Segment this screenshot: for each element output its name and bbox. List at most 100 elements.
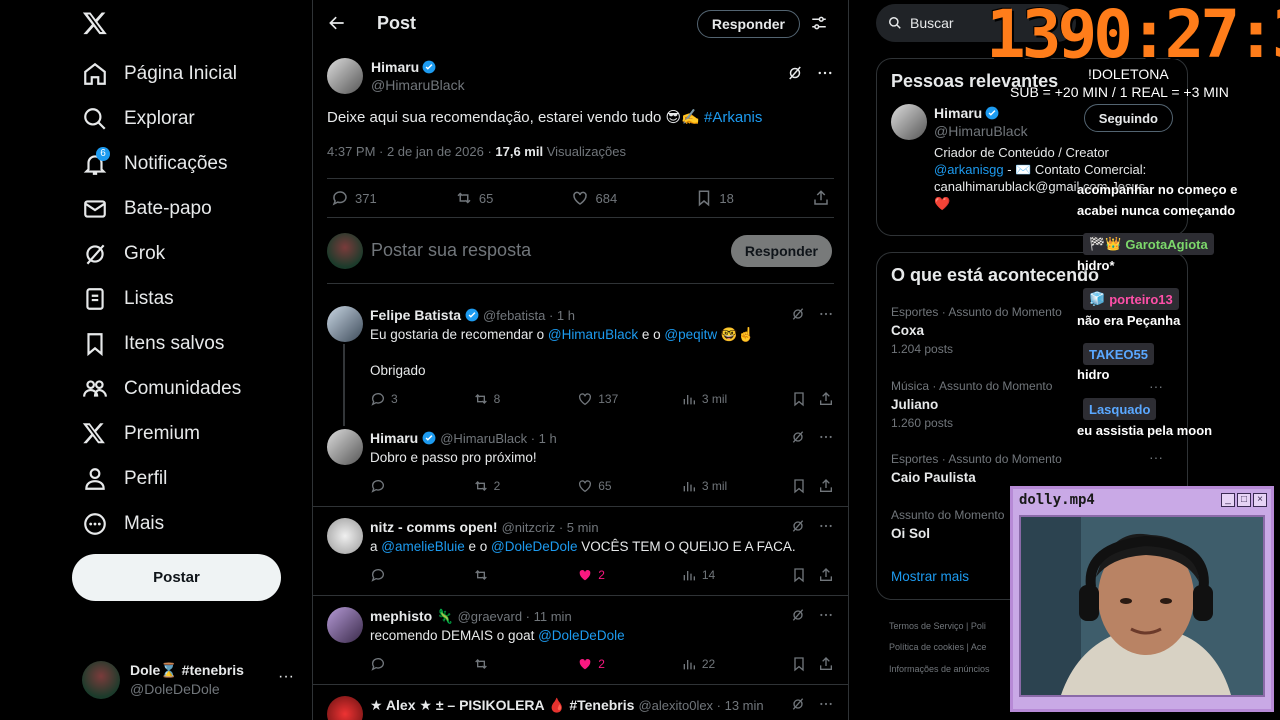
repost-action[interactable]: 65: [455, 189, 493, 207]
like-action[interactable]: 2: [577, 567, 681, 583]
more-icon[interactable]: [818, 607, 834, 623]
author-name[interactable]: nitz - comms open!: [370, 519, 498, 535]
nav-explore[interactable]: Explorar: [82, 103, 195, 135]
nav-premium[interactable]: Premium: [82, 418, 200, 450]
share-action[interactable]: [818, 567, 834, 583]
avatar[interactable]: [891, 104, 927, 140]
nav-profile[interactable]: Perfil: [82, 463, 167, 495]
bookmark-action[interactable]: 18: [695, 189, 734, 207]
reply-action[interactable]: [370, 656, 473, 672]
repost-action[interactable]: [473, 656, 578, 672]
more-icon[interactable]: ···: [1149, 449, 1163, 465]
avatar[interactable]: [327, 429, 363, 465]
more-icon[interactable]: [816, 64, 834, 82]
x-logo-icon[interactable]: [82, 10, 110, 38]
repost-action[interactable]: 2: [473, 478, 578, 494]
author-handle-time[interactable]: @HimaruBlack · 1 h: [440, 431, 557, 446]
bookmark-action[interactable]: [791, 478, 818, 494]
share-action[interactable]: [818, 478, 834, 494]
reply-action[interactable]: 3: [370, 391, 473, 407]
trend-item[interactable]: Música · Assunto do Momento Juliano 1.26…: [891, 379, 1052, 430]
like-action[interactable]: 2: [577, 656, 681, 672]
avatar[interactable]: [327, 58, 363, 94]
avatar[interactable]: [327, 696, 363, 720]
nav-chat[interactable]: Bate-papo: [82, 193, 212, 225]
more-icon[interactable]: ···: [1149, 378, 1163, 394]
avatar[interactable]: [327, 607, 363, 643]
mention-link[interactable]: @HimaruBlack: [548, 327, 638, 342]
bookmark-action[interactable]: [791, 567, 818, 583]
views-action[interactable]: 3 mil: [681, 391, 792, 407]
more-icon[interactable]: [818, 429, 834, 445]
reply-post[interactable]: nitz - comms open! @nitzcriz · 5 min a @a…: [313, 518, 848, 556]
author-name[interactable]: Felipe Batista: [370, 307, 461, 323]
trend-item[interactable]: Esportes · Assunto do Momento Coxa 1.204…: [891, 305, 1062, 356]
avatar[interactable]: [327, 306, 363, 342]
views-action[interactable]: 14: [681, 567, 792, 583]
bookmark-action[interactable]: [791, 656, 818, 672]
trend-item[interactable]: Esportes · Assunto do Momento Caio Pauli…: [891, 452, 1062, 485]
grok-icon[interactable]: [790, 518, 806, 534]
repost-action[interactable]: 8: [473, 391, 578, 407]
author-name[interactable]: Himaru: [371, 59, 419, 75]
like-action[interactable]: 137: [577, 391, 681, 407]
nav-home[interactable]: Página Inicial: [82, 58, 237, 90]
following-button[interactable]: Seguindo: [1083, 104, 1173, 132]
post-timestamp[interactable]: 4:37 PM · 2 de jan de 2026 ·: [327, 144, 495, 159]
post-button[interactable]: Postar: [72, 554, 281, 601]
nav-lists[interactable]: Listas: [82, 283, 174, 315]
footer-links[interactable]: Informações de anúncios: [889, 664, 990, 674]
trend-item[interactable]: Assunto do Momento Oi Sol: [891, 508, 1004, 541]
more-icon[interactable]: [818, 696, 834, 712]
reply-action[interactable]: [370, 567, 473, 583]
grok-icon[interactable]: [790, 429, 806, 445]
reply-action[interactable]: 371: [331, 189, 377, 207]
footer-links[interactable]: Termos de Serviço | Poli: [889, 621, 986, 631]
like-action[interactable]: 684: [571, 189, 617, 207]
author-name[interactable]: ★ Alex ★ ± – PISIKOLERA 🩸 #Tenebris: [370, 697, 634, 714]
mention-link[interactable]: @DoleDeDole: [538, 628, 625, 643]
share-action[interactable]: [818, 391, 834, 407]
share-action[interactable]: [818, 656, 834, 672]
reply-post[interactable]: ★ Alex ★ ± – PISIKOLERA 🩸 #Tenebris @alex…: [313, 696, 848, 720]
like-action[interactable]: 65: [577, 478, 681, 494]
reply-action[interactable]: [370, 478, 473, 494]
account-switcher[interactable]: Dole⌛ #tenebris @DoleDeDole ···: [82, 660, 302, 700]
views-action[interactable]: 22: [681, 656, 792, 672]
author-handle-time[interactable]: @alexito0lex · 13 min: [638, 698, 763, 713]
grok-icon[interactable]: [790, 607, 806, 623]
share-action[interactable]: [812, 189, 830, 207]
nav-grok[interactable]: Grok: [82, 238, 165, 270]
author-handle-time[interactable]: @febatista · 1 h: [483, 308, 575, 323]
footer-links[interactable]: Política de cookies | Ace: [889, 642, 986, 652]
nav-notifications[interactable]: 6 Notificações: [82, 147, 228, 180]
grok-icon[interactable]: [790, 696, 806, 712]
respond-button[interactable]: Responder: [696, 10, 800, 38]
author-handle-time[interactable]: @graevard · 11 min: [458, 609, 572, 624]
author-name[interactable]: Himaru: [370, 430, 418, 446]
reply-post[interactable]: Himaru @HimaruBlack · 1 h Dobro e passo p…: [313, 429, 848, 467]
person-item[interactable]: Himaru @HimaruBlack Seguindo Criador de …: [877, 104, 1187, 211]
nav-more[interactable]: Mais: [82, 508, 164, 540]
author-name[interactable]: mephisto 🦎: [370, 608, 454, 625]
hashtag-link[interactable]: #Arkanis: [704, 109, 762, 126]
mention-link[interactable]: @DoleDeDole: [491, 539, 578, 554]
reply-post[interactable]: mephisto 🦎 @graevard · 11 min recomendo D…: [313, 607, 848, 645]
grok-icon[interactable]: [790, 306, 806, 322]
sliders-icon[interactable]: [810, 14, 828, 32]
mention-link[interactable]: @amelieBluie: [381, 539, 465, 554]
back-arrow-icon[interactable]: [327, 13, 347, 33]
person-name[interactable]: Himaru: [934, 105, 982, 121]
more-icon[interactable]: [818, 518, 834, 534]
views-action[interactable]: 3 mil: [681, 478, 792, 494]
more-icon[interactable]: ···: [278, 668, 294, 686]
reply-input[interactable]: Postar sua resposta: [371, 240, 531, 261]
author-handle[interactable]: @HimaruBlack: [371, 76, 465, 94]
bookmark-action[interactable]: [791, 391, 818, 407]
reply-post[interactable]: Felipe Batista @febatista · 1 h Eu gostar…: [313, 306, 848, 380]
avatar[interactable]: [327, 518, 363, 554]
bio-link[interactable]: @arkanisgg: [934, 162, 1004, 177]
grok-icon[interactable]: [786, 64, 804, 82]
reply-submit-button[interactable]: Responder: [730, 235, 832, 267]
person-handle[interactable]: @HimaruBlack: [934, 122, 1028, 140]
